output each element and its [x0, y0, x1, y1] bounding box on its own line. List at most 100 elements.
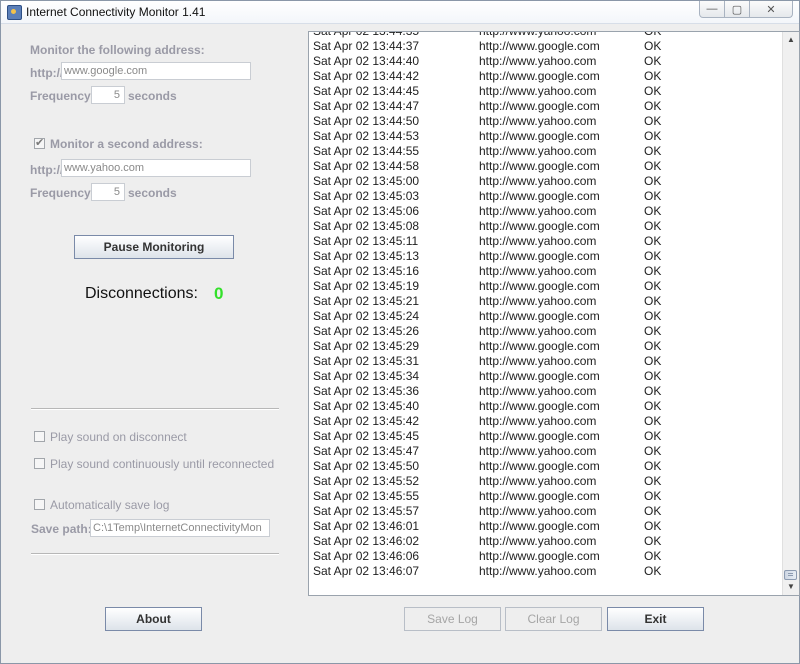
window-controls: — ▢ ✕ [699, 1, 793, 19]
about-button[interactable]: About [105, 607, 202, 631]
secondary-frequency-input[interactable]: 5 [91, 183, 125, 201]
log-status: OK [644, 399, 662, 413]
log-row[interactable]: Sat Apr 02 13:45:21 http://www.yahoo.com O… [309, 294, 783, 309]
scroll-down-icon[interactable]: ▼ [783, 579, 799, 595]
log-row[interactable]: Sat Apr 02 13:45:31 http://www.yahoo.com O… [309, 354, 783, 369]
log-row[interactable]: Sat Apr 02 13:45:11 http://www.yahoo.com O… [309, 234, 783, 249]
log-timestamp: Sat Apr 02 13:45:40 [313, 399, 420, 413]
log-url: http://www.yahoo.com [479, 294, 597, 308]
log-row[interactable]: Sat Apr 02 13:45:29 http://www.google.com… [309, 339, 783, 354]
log-url: http://www.yahoo.com [479, 444, 597, 458]
log-row[interactable]: Sat Apr 02 13:45:40 http://www.google.com… [309, 399, 783, 414]
log-row[interactable]: Sat Apr 02 13:45:24 http://www.google.com… [309, 309, 783, 324]
log-row[interactable]: Sat Apr 02 13:46:02 http://www.yahoo.com O… [309, 534, 783, 549]
secondary-address-input[interactable]: www.yahoo.com [61, 159, 251, 177]
save-path-input[interactable]: C:\1Temp\InternetConnectivityMon [90, 519, 270, 537]
log-row[interactable]: Sat Apr 02 13:45:52 http://www.yahoo.com O… [309, 474, 783, 489]
log-row[interactable]: Sat Apr 02 13:46:01 http://www.google.com… [309, 519, 783, 534]
log-timestamp: Sat Apr 02 13:45:19 [313, 279, 420, 293]
scroll-up-icon[interactable]: ▲ [783, 32, 799, 48]
log-row[interactable]: Sat Apr 02 13:44:37 http://www.google.com… [309, 39, 783, 54]
close-button[interactable]: ✕ [749, 1, 793, 18]
log-row[interactable]: Sat Apr 02 13:46:06 http://www.google.com… [309, 549, 783, 564]
disconnections-count: 0 [214, 284, 224, 303]
primary-address-input[interactable]: www.google.com [61, 62, 251, 80]
log-row[interactable]: Sat Apr 02 13:45:03 http://www.google.com… [309, 189, 783, 204]
log-status: OK [644, 159, 662, 173]
log-status: OK [644, 534, 662, 548]
play-sound-label: Play sound on disconnect [50, 430, 187, 444]
log-list[interactable]: Sat Apr 02 13:44:35 http://www.yahoo.com O… [308, 31, 800, 596]
play-continuous-checkbox[interactable] [34, 458, 45, 469]
log-row[interactable]: Sat Apr 02 13:45:55 http://www.google.com… [309, 489, 783, 504]
log-row[interactable]: Sat Apr 02 13:45:36 http://www.yahoo.com O… [309, 384, 783, 399]
log-url: http://www.google.com [479, 519, 600, 533]
log-status: OK [644, 324, 662, 338]
log-row[interactable]: Sat Apr 02 13:45:42 http://www.yahoo.com O… [309, 414, 783, 429]
log-row[interactable]: Sat Apr 02 13:45:50 http://www.google.com… [309, 459, 783, 474]
log-status: OK [644, 369, 662, 383]
maximize-button[interactable]: ▢ [724, 1, 750, 18]
log-timestamp: Sat Apr 02 13:45:24 [313, 309, 420, 323]
log-row[interactable]: Sat Apr 02 13:44:47 http://www.google.com… [309, 99, 783, 114]
url-prefix-secondary: http:// [30, 163, 64, 177]
log-row[interactable]: Sat Apr 02 13:45:08 http://www.google.com… [309, 219, 783, 234]
log-url: http://www.google.com [479, 159, 600, 173]
auto-save-checkbox[interactable] [34, 499, 45, 510]
pause-monitoring-button[interactable]: Pause Monitoring [74, 235, 234, 259]
log-row[interactable]: Sat Apr 02 13:45:16 http://www.yahoo.com O… [309, 264, 783, 279]
log-row[interactable]: Sat Apr 02 13:45:45 http://www.google.com… [309, 429, 783, 444]
log-row[interactable]: Sat Apr 02 13:44:45 http://www.yahoo.com O… [309, 84, 783, 99]
log-row[interactable]: Sat Apr 02 13:45:57 http://www.yahoo.com O… [309, 504, 783, 519]
log-row[interactable]: Sat Apr 02 13:45:13 http://www.google.com… [309, 249, 783, 264]
log-status: OK [644, 459, 662, 473]
log-row[interactable]: Sat Apr 02 13:45:47 http://www.yahoo.com O… [309, 444, 783, 459]
log-timestamp: Sat Apr 02 13:45:52 [313, 474, 420, 488]
log-url: http://www.yahoo.com [479, 564, 597, 578]
frequency-label-secondary: Frequency: [30, 186, 95, 200]
log-timestamp: Sat Apr 02 13:46:01 [313, 519, 420, 533]
primary-frequency-input[interactable]: 5 [91, 86, 125, 104]
log-row[interactable]: Sat Apr 02 13:44:35 http://www.yahoo.com O… [309, 31, 783, 39]
log-timestamp: Sat Apr 02 13:45:13 [313, 249, 420, 263]
log-timestamp: Sat Apr 02 13:44:53 [313, 129, 420, 143]
minimize-button[interactable]: — [699, 1, 725, 18]
log-row[interactable]: Sat Apr 02 13:44:42 http://www.google.com… [309, 69, 783, 84]
log-url: http://www.yahoo.com [479, 324, 597, 338]
play-sound-checkbox[interactable] [34, 431, 45, 442]
second-address-checkbox[interactable]: ✔ [34, 138, 45, 149]
log-url: http://www.yahoo.com [479, 174, 597, 188]
log-status: OK [644, 144, 662, 158]
log-status: OK [644, 414, 662, 428]
log-url: http://www.yahoo.com [479, 31, 597, 38]
log-row[interactable]: Sat Apr 02 13:45:00 http://www.yahoo.com O… [309, 174, 783, 189]
log-status: OK [644, 264, 662, 278]
log-status: OK [644, 39, 662, 53]
clear-log-button[interactable]: Clear Log [505, 607, 602, 631]
log-row[interactable]: Sat Apr 02 13:46:07 http://www.yahoo.com O… [309, 564, 783, 579]
title-bar[interactable]: Internet Connectivity Monitor 1.41 — ▢ ✕ [1, 1, 799, 24]
log-status: OK [644, 504, 662, 518]
log-url: http://www.yahoo.com [479, 384, 597, 398]
log-status: OK [644, 474, 662, 488]
url-prefix-primary: http:// [30, 66, 64, 80]
log-row[interactable]: Sat Apr 02 13:44:55 http://www.yahoo.com O… [309, 144, 783, 159]
exit-button[interactable]: Exit [607, 607, 704, 631]
log-row[interactable]: Sat Apr 02 13:45:06 http://www.yahoo.com O… [309, 204, 783, 219]
log-url: http://www.google.com [479, 429, 600, 443]
log-row[interactable]: Sat Apr 02 13:44:53 http://www.google.com… [309, 129, 783, 144]
log-url: http://www.yahoo.com [479, 504, 597, 518]
frequency-unit-primary: seconds [128, 89, 177, 103]
log-row[interactable]: Sat Apr 02 13:45:34 http://www.google.com… [309, 369, 783, 384]
log-row[interactable]: Sat Apr 02 13:45:26 http://www.yahoo.com O… [309, 324, 783, 339]
log-row[interactable]: Sat Apr 02 13:44:50 http://www.yahoo.com O… [309, 114, 783, 129]
save-log-button[interactable]: Save Log [404, 607, 501, 631]
log-row[interactable]: Sat Apr 02 13:45:19 http://www.google.com… [309, 279, 783, 294]
log-row[interactable]: Sat Apr 02 13:44:58 http://www.google.com… [309, 159, 783, 174]
log-row[interactable]: Sat Apr 02 13:44:40 http://www.yahoo.com O… [309, 54, 783, 69]
log-timestamp: Sat Apr 02 13:44:37 [313, 39, 420, 53]
log-scrollbar[interactable]: ▲ ▼ [782, 32, 799, 595]
log-status: OK [644, 84, 662, 98]
log-url: http://www.google.com [479, 309, 600, 323]
log-url: http://www.yahoo.com [479, 234, 597, 248]
